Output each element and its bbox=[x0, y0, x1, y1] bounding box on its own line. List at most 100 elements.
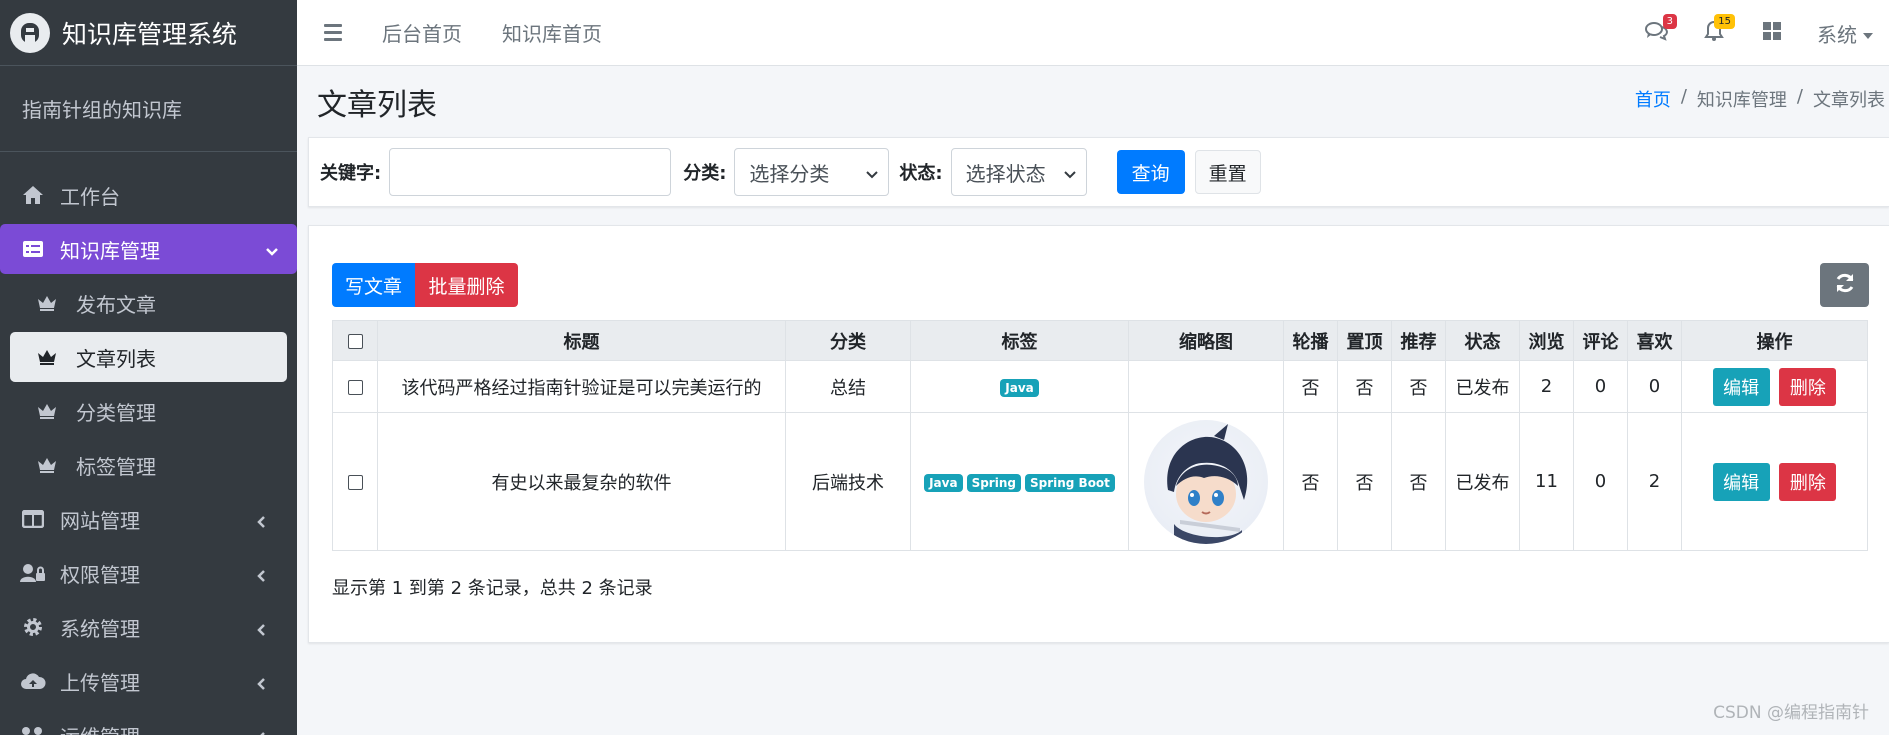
sidebar-subitem-label: 标签管理 bbox=[76, 454, 156, 479]
cell-title: 该代码严格经过指南针验证是可以完美运行的 bbox=[377, 360, 786, 413]
column-header[interactable]: 评论 bbox=[1573, 320, 1628, 361]
column-header[interactable]: 轮播 bbox=[1283, 320, 1338, 361]
apps-grid-button[interactable] bbox=[1747, 18, 1797, 48]
messages-button[interactable]: 3 bbox=[1631, 14, 1681, 48]
category-label: 分类: bbox=[683, 163, 727, 184]
chevron-left-icon bbox=[255, 510, 269, 534]
cell-top: 否 bbox=[1337, 360, 1392, 413]
user-panel[interactable]: 指南针组的知识库 bbox=[0, 66, 297, 152]
column-header[interactable]: 状态 bbox=[1445, 320, 1520, 361]
cell-thumbnail bbox=[1128, 360, 1284, 413]
column-header[interactable]: 分类 bbox=[785, 320, 911, 361]
top-right-controls: 3 15 系统 bbox=[1631, 0, 1889, 66]
notifications-button[interactable]: 15 bbox=[1689, 14, 1739, 48]
status-selected: 选择状态 bbox=[965, 161, 1046, 186]
cell-status: 已发布 bbox=[1445, 360, 1520, 413]
gear-icon bbox=[18, 616, 48, 638]
sidebar-item-dashboard[interactable]: 工作台 bbox=[10, 170, 287, 220]
breadcrumb-home[interactable]: 首页 bbox=[1635, 86, 1671, 112]
refresh-icon bbox=[1834, 272, 1856, 298]
reset-button[interactable]: 重置 bbox=[1194, 150, 1261, 194]
sidebar-nav: 工作台 知识库管理 发布文章 文章列表 分类管理 标签管理 网站管理 权限管理 … bbox=[0, 170, 297, 735]
crown-icon bbox=[34, 456, 60, 474]
write-article-button[interactable]: 写文章 bbox=[332, 263, 415, 307]
sidebar-item-label: 权限管理 bbox=[60, 562, 140, 587]
category-select[interactable]: 选择分类 bbox=[734, 148, 890, 196]
keyword-label: 关键字: bbox=[320, 163, 382, 184]
column-header[interactable]: 推荐 bbox=[1391, 320, 1446, 361]
cell-carousel: 否 bbox=[1283, 412, 1338, 551]
cell-category: 后端技术 bbox=[785, 412, 911, 551]
nav-link-kb-home[interactable]: 知识库首页 bbox=[502, 18, 602, 47]
brand[interactable]: 知识库管理系统 bbox=[0, 0, 297, 66]
breadcrumb-kb[interactable]: 知识库管理 bbox=[1697, 86, 1787, 112]
chevron-left-icon bbox=[255, 564, 269, 588]
keyword-input[interactable] bbox=[389, 148, 672, 196]
delete-button[interactable]: 删除 bbox=[1779, 367, 1837, 406]
row-checkbox[interactable] bbox=[347, 379, 363, 395]
sidebar-subitem-category[interactable]: 分类管理 bbox=[10, 386, 287, 436]
sidebar-item-label: 工作台 bbox=[60, 184, 120, 209]
home-icon bbox=[18, 184, 48, 206]
sidebar-item-ops[interactable]: 运维管理 bbox=[10, 710, 287, 735]
columns-icon bbox=[18, 508, 48, 530]
chevron-down-icon bbox=[265, 240, 279, 264]
crown-icon bbox=[34, 348, 60, 366]
column-header[interactable]: 标题 bbox=[377, 320, 786, 361]
sidebar-item-upload[interactable]: 上传管理 bbox=[10, 656, 287, 706]
sidebar-subitem-tag[interactable]: 标签管理 bbox=[10, 440, 287, 490]
menu-toggle-icon[interactable] bbox=[324, 24, 354, 41]
system-menu[interactable]: 系统 bbox=[1817, 19, 1873, 48]
row-select-cell bbox=[332, 412, 378, 551]
column-header[interactable]: 浏览 bbox=[1519, 320, 1574, 361]
search-form: 关键字: 分类: 选择分类 状态: 选择状态 查询 重置 bbox=[308, 137, 1889, 207]
thumbnail-image[interactable] bbox=[1144, 419, 1268, 544]
sidebar: 知识库管理系统 指南针组的知识库 工作台 知识库管理 发布文章 文章列表 分类管… bbox=[0, 0, 297, 735]
refresh-button[interactable] bbox=[1820, 263, 1869, 307]
edit-button[interactable]: 编辑 bbox=[1712, 462, 1770, 501]
user-lock-icon bbox=[18, 562, 48, 584]
edit-button[interactable]: 编辑 bbox=[1712, 367, 1770, 406]
cell-top: 否 bbox=[1337, 412, 1392, 551]
cell-likes: 0 bbox=[1627, 360, 1682, 413]
breadcrumb: 首页 / 知识库管理 / 文章列表 bbox=[1635, 86, 1885, 112]
sidebar-subitem-article-list[interactable]: 文章列表 bbox=[10, 332, 287, 382]
sidebar-subitem-publish[interactable]: 发布文章 bbox=[10, 278, 287, 328]
cloud-upload-icon bbox=[18, 670, 48, 692]
sidebar-item-label: 上传管理 bbox=[60, 670, 140, 695]
select-all-cell bbox=[332, 320, 378, 361]
sidebar-item-label: 运维管理 bbox=[60, 721, 140, 735]
sidebar-subitem-label: 文章列表 bbox=[76, 346, 156, 371]
system-menu-label: 系统 bbox=[1817, 22, 1857, 47]
cell-category: 总结 bbox=[785, 360, 911, 413]
sidebar-item-system[interactable]: 系统管理 bbox=[10, 602, 287, 652]
cell-actions: 编辑 删除 bbox=[1681, 412, 1868, 551]
column-header[interactable]: 标签 bbox=[910, 320, 1129, 361]
sidebar-item-website[interactable]: 网站管理 bbox=[10, 494, 287, 544]
tag-badge: Java bbox=[924, 474, 963, 492]
row-checkbox[interactable] bbox=[347, 474, 363, 490]
table-header-row: 标题 分类 标签 缩略图 轮播 置顶 推荐 状态 浏览 评论 喜欢 操作 bbox=[332, 320, 1868, 361]
status-select[interactable]: 选择状态 bbox=[950, 148, 1087, 196]
column-header[interactable]: 操作 bbox=[1681, 320, 1868, 361]
batch-delete-button[interactable]: 批量删除 bbox=[415, 263, 518, 307]
notifications-badge: 15 bbox=[1714, 14, 1735, 29]
category-selected: 选择分类 bbox=[749, 161, 830, 186]
column-header[interactable]: 缩略图 bbox=[1128, 320, 1284, 361]
tag-badge: Spring bbox=[966, 474, 1021, 492]
sidebar-item-knowledge[interactable]: 知识库管理 bbox=[0, 224, 297, 274]
watermark: CSDN @编程指南针 bbox=[1713, 703, 1869, 723]
cell-recommend: 否 bbox=[1391, 360, 1446, 413]
column-header[interactable]: 喜欢 bbox=[1627, 320, 1682, 361]
nav-link-admin-home[interactable]: 后台首页 bbox=[382, 18, 462, 47]
column-header[interactable]: 置顶 bbox=[1337, 320, 1392, 361]
sidebar-item-permission[interactable]: 权限管理 bbox=[10, 548, 287, 598]
user-name: 指南针组的知识库 bbox=[22, 98, 182, 122]
ops-icon bbox=[18, 724, 48, 735]
article-table-card: 写文章 批量删除 标题 分类 标签 缩略图 轮播 置顶 推荐 状态 浏览 评论 bbox=[308, 225, 1889, 643]
select-all-checkbox[interactable] bbox=[347, 333, 363, 349]
chevron-left-icon bbox=[255, 726, 269, 735]
messages-badge: 3 bbox=[1662, 14, 1677, 29]
query-button[interactable]: 查询 bbox=[1116, 150, 1185, 194]
delete-button[interactable]: 删除 bbox=[1779, 462, 1837, 501]
